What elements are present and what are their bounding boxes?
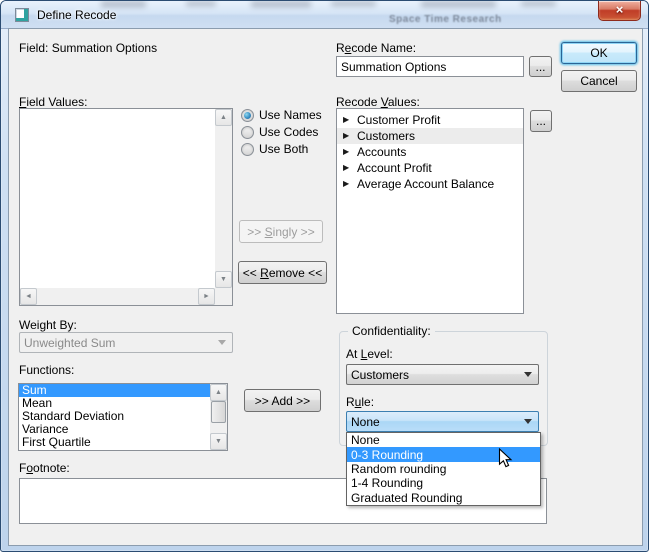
background-window-text: Space Time Research bbox=[389, 14, 502, 25]
window-title: Define Recode bbox=[37, 8, 116, 22]
app-icon bbox=[15, 8, 29, 22]
radio-use-names-label: Use Names bbox=[259, 108, 322, 122]
titlebar-artifact bbox=[331, 1, 376, 6]
field-values-label: Field Values: bbox=[19, 95, 88, 109]
scroll-right-icon[interactable] bbox=[198, 288, 215, 305]
field-info-label: Field: bbox=[19, 41, 48, 55]
at-level-combobox[interactable]: Customers bbox=[346, 364, 539, 385]
rule-combobox[interactable]: None bbox=[346, 411, 539, 432]
at-level-label: At Level: bbox=[346, 347, 393, 361]
recode-name-browse-button[interactable]: ... bbox=[529, 56, 552, 77]
chevron-down-icon bbox=[524, 372, 532, 377]
scrollbar-thumb[interactable] bbox=[211, 401, 226, 423]
recode-values-browse-button[interactable]: ... bbox=[530, 110, 552, 132]
scroll-down-icon[interactable] bbox=[210, 433, 227, 450]
cancel-button[interactable]: Cancel bbox=[561, 70, 637, 92]
scroll-up-icon[interactable] bbox=[215, 109, 232, 126]
add-button[interactable]: >> Add >> bbox=[244, 389, 321, 412]
recode-values-label: Recode Values: bbox=[336, 95, 420, 109]
confidentiality-label: Confidentiality: bbox=[348, 324, 435, 338]
tree-item[interactable]: Average Account Balance bbox=[337, 176, 523, 192]
radio-use-both[interactable] bbox=[241, 143, 254, 156]
rule-label: Rule: bbox=[346, 395, 374, 409]
list-item[interactable]: Median bbox=[19, 449, 210, 451]
chevron-down-icon bbox=[524, 419, 532, 424]
tree-item[interactable]: Customers bbox=[337, 128, 523, 144]
tree-item[interactable]: Customer Profit bbox=[337, 112, 523, 128]
define-recode-dialog: Space Time Research Define Recode × Fiel… bbox=[0, 0, 649, 552]
vertical-scrollbar[interactable] bbox=[215, 109, 232, 288]
recode-name-input[interactable] bbox=[336, 56, 524, 77]
mouse-cursor bbox=[498, 448, 513, 470]
at-level-value: Customers bbox=[351, 368, 524, 382]
weight-by-combobox: Unweighted Sum bbox=[19, 332, 233, 353]
title-bar[interactable]: Space Time Research Define Recode × bbox=[1, 1, 649, 29]
radio-use-codes-label: Use Codes bbox=[259, 125, 318, 139]
recode-values-tree[interactable]: Customer Profit Customers Accounts Accou… bbox=[336, 108, 524, 314]
chevron-down-icon bbox=[218, 340, 226, 345]
rule-value: None bbox=[351, 415, 524, 429]
expand-arrow-icon[interactable] bbox=[343, 128, 357, 144]
titlebar-artifact bbox=[521, 1, 556, 6]
titlebar-artifact bbox=[421, 1, 496, 7]
titlebar-artifact bbox=[251, 1, 311, 7]
horizontal-scrollbar[interactable] bbox=[20, 288, 215, 305]
expand-arrow-icon[interactable] bbox=[343, 176, 357, 192]
singly-button: >> Singly >> bbox=[239, 220, 323, 243]
scroll-down-icon[interactable] bbox=[215, 271, 232, 288]
tree-item[interactable]: Accounts bbox=[337, 144, 523, 160]
field-info: Field: Summation Options bbox=[19, 41, 157, 55]
weight-by-label: Weight By: bbox=[19, 318, 77, 332]
scroll-up-icon[interactable] bbox=[210, 384, 227, 401]
radio-use-names[interactable] bbox=[241, 109, 254, 122]
field-values-listbox[interactable] bbox=[19, 108, 233, 306]
field-info-value: Summation Options bbox=[52, 41, 157, 55]
scrollbar-corner bbox=[215, 288, 232, 305]
dropdown-option[interactable]: Graduated Rounding bbox=[347, 491, 540, 505]
titlebar-artifact bbox=[186, 1, 216, 6]
radio-row-use-codes[interactable]: Use Codes bbox=[241, 125, 318, 139]
vertical-scrollbar[interactable] bbox=[210, 384, 227, 450]
tree-item[interactable]: Account Profit bbox=[337, 160, 523, 176]
functions-listbox[interactable]: Sum Mean Standard Deviation Variance Fir… bbox=[18, 383, 228, 451]
close-button[interactable]: × bbox=[598, 1, 641, 21]
remove-button[interactable]: << Remove << bbox=[238, 261, 327, 284]
radio-row-use-names[interactable]: Use Names bbox=[241, 108, 322, 122]
functions-items: Sum Mean Standard Deviation Variance Fir… bbox=[19, 384, 210, 450]
footnote-label: Footnote: bbox=[19, 461, 70, 475]
dropdown-option[interactable]: 1-4 Rounding bbox=[347, 476, 540, 490]
recode-name-label: Recode Name: bbox=[336, 41, 416, 55]
titlebar-artifact bbox=[101, 1, 146, 7]
scroll-left-icon[interactable] bbox=[20, 288, 37, 305]
expand-arrow-icon[interactable] bbox=[343, 160, 357, 176]
ok-button[interactable]: OK bbox=[561, 42, 637, 64]
close-icon: × bbox=[616, 2, 624, 17]
dropdown-option[interactable]: None bbox=[347, 433, 540, 447]
weight-by-value: Unweighted Sum bbox=[24, 336, 218, 350]
expand-arrow-icon[interactable] bbox=[343, 112, 357, 128]
radio-use-both-label: Use Both bbox=[259, 142, 308, 156]
radio-row-use-both[interactable]: Use Both bbox=[241, 142, 308, 156]
functions-label: Functions: bbox=[19, 363, 74, 377]
expand-arrow-icon[interactable] bbox=[343, 144, 357, 160]
radio-use-codes[interactable] bbox=[241, 126, 254, 139]
